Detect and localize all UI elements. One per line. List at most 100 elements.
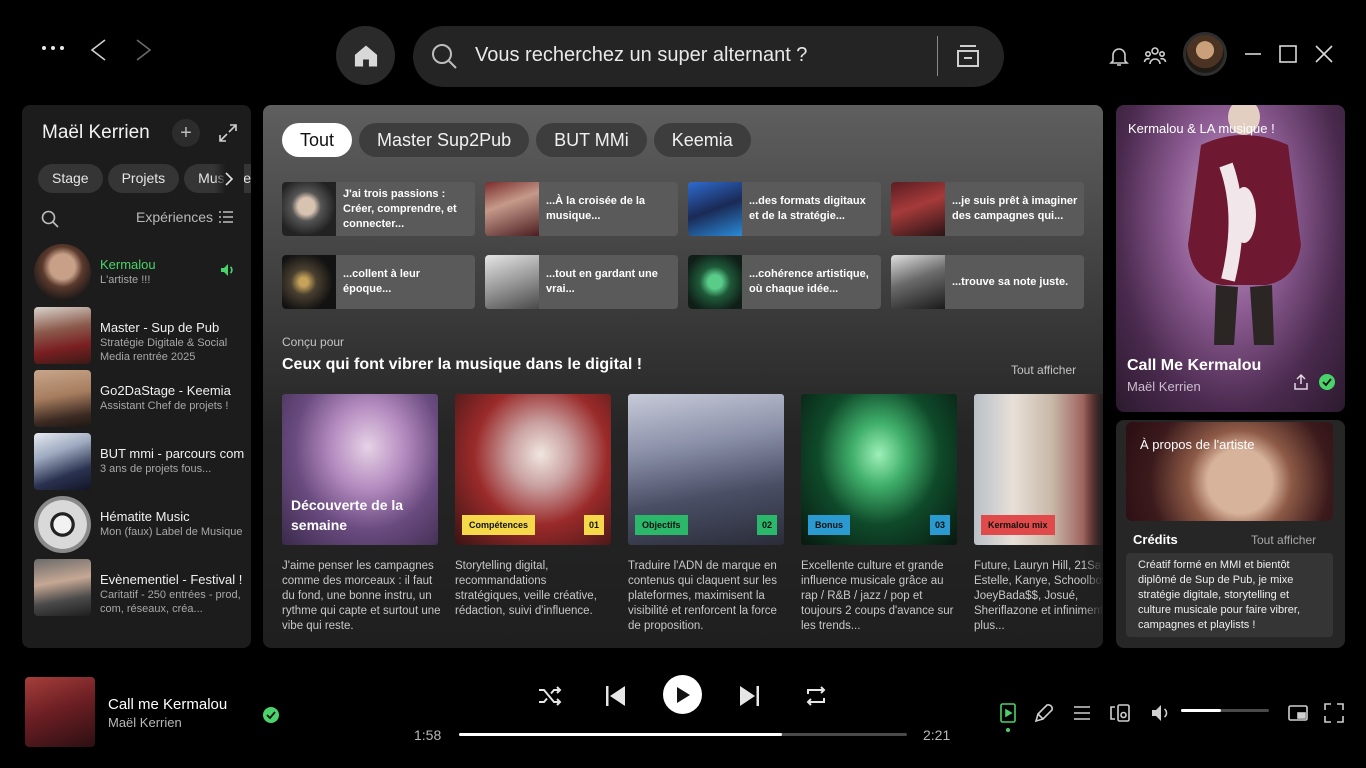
close-icon[interactable] xyxy=(1312,42,1336,66)
item-subtitle: Assistant Chef de projets ! xyxy=(100,400,229,412)
chip-projets[interactable]: Projets xyxy=(107,164,180,193)
quick-pick[interactable]: ...tout en gardant une vrai... xyxy=(485,255,678,309)
quick-pick-image xyxy=(282,255,336,309)
library-list: Kermalou L'artiste !!! Master - Sup de P… xyxy=(34,242,251,620)
browse-icon[interactable] xyxy=(953,41,983,71)
mini-player-icon[interactable] xyxy=(1287,702,1309,724)
main-content: Tout Master Sup2Pub BUT MMi Keemia J'ai … xyxy=(263,105,1103,648)
volume-slider[interactable] xyxy=(1181,709,1269,712)
item-thumbnail xyxy=(34,244,91,301)
bell-icon[interactable] xyxy=(1107,44,1131,68)
quick-pick[interactable]: ...collent à leur époque... xyxy=(282,255,475,309)
card-image: Compétences 01 xyxy=(455,394,611,545)
friends-icon[interactable] xyxy=(1143,44,1167,68)
section-kicker: Conçu pour xyxy=(282,335,345,349)
card-tag: Bonus xyxy=(808,515,850,535)
shuffle-icon[interactable] xyxy=(536,682,564,710)
sort-button[interactable]: Expériences xyxy=(136,209,234,225)
card-description: Traduire l'ADN de marque en contenus qui… xyxy=(628,560,777,632)
quick-pick-text: ...je suis prêt à imaginer des campagnes… xyxy=(952,195,1078,222)
lyrics-microphone-icon[interactable] xyxy=(1033,702,1055,724)
player-track-title[interactable]: Call me Kermalou xyxy=(108,696,227,713)
quick-pick[interactable]: ...trouve sa note juste. xyxy=(891,255,1084,309)
now-playing-view-icon[interactable] xyxy=(997,702,1019,724)
quick-pick-image xyxy=(282,182,336,236)
forward-arrow-icon[interactable] xyxy=(132,38,156,62)
maximize-icon[interactable] xyxy=(1276,42,1300,66)
queue-icon[interactable] xyxy=(1071,702,1093,724)
quick-pick-text: J'ai trois passions : Créer, comprendre,… xyxy=(343,187,457,230)
player-artist[interactable]: Maël Kerrien xyxy=(108,715,182,730)
list-item[interactable]: Go2DaStage - Keemia Assistant Chef de pr… xyxy=(34,368,251,431)
play-button[interactable] xyxy=(663,675,702,714)
add-button[interactable]: + xyxy=(172,119,200,147)
card[interactable]: Objectifs 02 Traduire l'ADN de marque en… xyxy=(628,394,784,634)
home-button[interactable] xyxy=(336,26,395,85)
filter-tout[interactable]: Tout xyxy=(282,123,353,157)
progress-bar[interactable] xyxy=(459,733,907,736)
next-track-icon[interactable] xyxy=(736,682,764,710)
total-time: 2:21 xyxy=(923,727,951,743)
library-title: Maël Kerrien xyxy=(42,122,150,143)
quick-pick-text: ...trouve sa note juste. xyxy=(952,275,1069,288)
list-item[interactable]: Kermalou L'artiste !!! xyxy=(34,242,251,305)
panel-track-title[interactable]: Call Me Kermalou xyxy=(1127,357,1261,375)
item-title: Master - Sup de Pub xyxy=(100,320,220,335)
chip-stage[interactable]: Stage xyxy=(38,164,103,193)
quick-pick-image xyxy=(891,182,945,236)
list-icon xyxy=(219,211,234,223)
now-playing-speaker-icon xyxy=(221,264,233,276)
quick-pick[interactable]: ...des formats digitaux et de la stratég… xyxy=(688,182,881,236)
card-tag: Compétences xyxy=(462,515,536,535)
card[interactable]: Découverte de la semaine J'aime penser l… xyxy=(282,394,441,634)
saved-check-icon[interactable] xyxy=(262,706,280,724)
sort-label: Expériences xyxy=(136,209,214,225)
card[interactable]: Compétences 01 Storytelling digital, rec… xyxy=(455,394,611,619)
card[interactable]: Bonus 03 Excellente culture et grande in… xyxy=(801,394,957,634)
list-item[interactable]: Master - Sup de Pub Stratégie Digitale &… xyxy=(34,305,251,368)
quick-pick[interactable]: ...je suis prêt à imaginer des campagnes… xyxy=(891,182,1084,236)
quick-pick[interactable]: ...À la croisée de la musique... xyxy=(485,182,678,236)
search-input[interactable]: Vous recherchez un super alternant ? xyxy=(475,44,807,67)
quick-pick-text: ...collent à leur époque... xyxy=(343,268,421,295)
previous-track-icon[interactable] xyxy=(601,682,629,710)
search-icon xyxy=(432,44,457,69)
player-cover-art[interactable] xyxy=(25,677,95,747)
credits-show-all-link[interactable]: Tout afficher xyxy=(1251,533,1316,547)
top-bar: Vous recherchez un super alternant ? xyxy=(0,0,1366,100)
card-image: Découverte de la semaine xyxy=(282,394,438,545)
list-item[interactable]: BUT mmi - parcours com 3 ans de projets … xyxy=(34,431,251,494)
filter-keemia[interactable]: Keemia xyxy=(653,123,751,157)
list-item[interactable]: Hématite Music Mon (faux) Label de Musiq… xyxy=(34,494,251,557)
filter-but-mmi[interactable]: BUT MMi xyxy=(536,123,647,157)
item-thumbnail xyxy=(34,559,91,616)
saved-check-icon[interactable] xyxy=(1318,373,1336,391)
back-arrow-icon[interactable] xyxy=(86,38,110,62)
show-all-link[interactable]: Tout afficher xyxy=(1011,363,1076,377)
fullscreen-icon[interactable] xyxy=(1323,702,1345,724)
item-title: BUT mmi - parcours com xyxy=(100,446,245,461)
item-title: Go2DaStage - Keemia xyxy=(100,383,231,398)
connect-device-icon[interactable] xyxy=(1109,702,1131,724)
item-thumbnail xyxy=(34,370,91,427)
quick-pick[interactable]: ...cohérence artistique, où chaque idée.… xyxy=(688,255,881,309)
repeat-icon[interactable] xyxy=(802,682,830,710)
card-description: Excellente culture et grande influence m… xyxy=(801,560,954,632)
list-item[interactable]: Evènementiel - Festival ! Caritatif - 25… xyxy=(34,557,251,620)
more-menu-icon[interactable] xyxy=(42,46,64,50)
quick-pick[interactable]: J'ai trois passions : Créer, comprendre,… xyxy=(282,182,475,236)
about-artist-card: À propos de l'artiste Crédits Tout affic… xyxy=(1116,420,1345,648)
expand-icon[interactable] xyxy=(218,123,238,143)
quick-pick-image xyxy=(688,182,742,236)
chips-scroll-button[interactable] xyxy=(214,164,244,193)
quick-pick-image xyxy=(688,255,742,309)
minimize-icon[interactable] xyxy=(1241,42,1265,66)
library-search-icon[interactable] xyxy=(40,209,60,229)
panel-artist[interactable]: Maël Kerrien xyxy=(1127,379,1201,394)
share-icon[interactable] xyxy=(1292,373,1310,391)
volume-icon[interactable] xyxy=(1150,702,1172,724)
now-playing-artwork: Kermalou & LA musique ! Call Me Kermalou… xyxy=(1116,105,1345,412)
filter-master-sup2pub[interactable]: Master Sup2Pub xyxy=(359,123,530,157)
avatar[interactable] xyxy=(1183,32,1227,76)
search-bar[interactable]: Vous recherchez un super alternant ? xyxy=(413,26,1004,87)
